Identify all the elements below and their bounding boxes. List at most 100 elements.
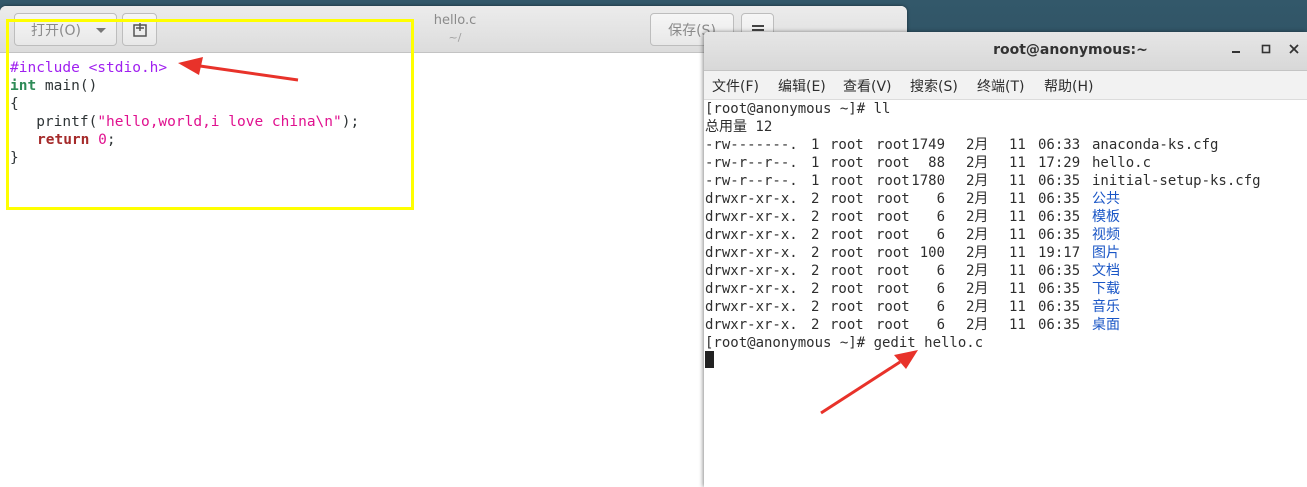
listing-size: 6 (936, 227, 945, 243)
listing-group: root (876, 281, 910, 297)
listing-user: root (830, 191, 864, 207)
listing-row: -rw-r--r--. 1 root root 1780 2月 11 06:35 initial… (704, 172, 1307, 190)
listing-name: initial-setup-ks.cfg (1092, 173, 1261, 189)
listing-size: 6 (936, 281, 945, 297)
listing-group: root (876, 191, 910, 207)
maximize-button[interactable] (1257, 42, 1275, 60)
listing-row: -rw-------. 1 root root 1749 2月 11 06:33 anacond… (704, 136, 1307, 154)
listing-links: 2 (811, 317, 820, 333)
listing-day: 11 (1009, 227, 1026, 243)
close-button[interactable] (1285, 42, 1303, 60)
listing-day: 11 (1009, 173, 1026, 189)
listing-name: 模板 (1092, 209, 1120, 225)
listing-user: root (830, 155, 864, 171)
listing-size: 6 (936, 299, 945, 315)
listing-row: drwxr-xr-x. 2 root root 6 2月 11 06:35 下载 (704, 280, 1307, 298)
listing-perm: drwxr-xr-x. (705, 209, 798, 225)
listing-user: root (830, 227, 864, 243)
listing-day: 11 (1009, 281, 1026, 297)
prompt-ll: [root@anonymous ~]# ll (705, 101, 891, 117)
listing-day: 11 (1009, 299, 1026, 315)
listing-time: 06:35 (1038, 173, 1081, 189)
listing-name: hello.c (1092, 155, 1152, 171)
listing-links: 2 (811, 191, 820, 207)
listing-month: 2月 (966, 245, 989, 261)
listing-user: root (830, 263, 864, 279)
listing-row: drwxr-xr-x. 2 root root 6 2月 11 06:35 文档 (704, 262, 1307, 280)
menu-search[interactable]: 搜索(S) (910, 76, 958, 96)
listing-month: 2月 (966, 173, 989, 189)
listing-perm: drwxr-xr-x. (705, 317, 798, 333)
terminal-titlebar: root@anonymous:~ (704, 32, 1307, 71)
listing-size: 100 (919, 245, 945, 261)
listing-group: root (876, 209, 910, 225)
listing-month: 2月 (966, 191, 989, 207)
listing-user: root (830, 173, 864, 189)
highlight-box (6, 19, 414, 210)
terminal-title: root@anonymous:~ (993, 42, 1148, 58)
listing-user: root (830, 209, 864, 225)
listing-day: 11 (1009, 245, 1026, 261)
prompt-gedit: [root@anonymous ~]# gedit hello.c (705, 335, 984, 351)
listing-links: 2 (811, 227, 820, 243)
menu-help[interactable]: 帮助(H) (1044, 76, 1093, 96)
listing-day: 11 (1009, 191, 1026, 207)
listing-user: root (830, 299, 864, 315)
listing-row: drwxr-xr-x. 2 root root 6 2月 11 06:35 公共 (704, 190, 1307, 208)
listing-group: root (876, 245, 910, 261)
listing-links: 2 (811, 245, 820, 261)
listing-time: 06:35 (1038, 317, 1081, 333)
listing-month: 2月 (966, 227, 989, 243)
listing-perm: drwxr-xr-x. (705, 227, 798, 243)
listing-perm: -rw-r--r--. (705, 173, 798, 189)
listing-row: -rw-r--r--. 1 root root 88 2月 11 17:29 hello.c (704, 154, 1307, 172)
listing-name: anaconda-ks.cfg (1092, 137, 1219, 153)
listing-perm: -rw-------. (705, 137, 798, 153)
listing-row: drwxr-xr-x. 2 root root 6 2月 11 06:35 视频 (704, 226, 1307, 244)
listing-name: 视频 (1092, 227, 1120, 243)
listing-name: 音乐 (1092, 299, 1120, 315)
listing-name: 公共 (1092, 191, 1120, 207)
listing-group: root (876, 317, 910, 333)
listing-size: 1749 (911, 137, 945, 153)
listing-user: root (830, 137, 864, 153)
listing-group: root (876, 227, 910, 243)
minimize-icon (1232, 51, 1240, 53)
listing-size: 88 (928, 155, 945, 171)
menu-file[interactable]: 文件(F) (712, 76, 759, 96)
listing-group: root (876, 173, 910, 189)
menu-view[interactable]: 查看(V) (843, 76, 892, 96)
listing-time: 19:17 (1038, 245, 1081, 261)
listing-perm: drwxr-xr-x. (705, 281, 798, 297)
listing-time: 06:35 (1038, 263, 1081, 279)
listing-group: root (876, 263, 910, 279)
listing-row: drwxr-xr-x. 2 root root 100 2月 11 19:17 图片 (704, 244, 1307, 262)
listing-name: 文档 (1092, 263, 1120, 279)
listing-day: 11 (1009, 155, 1026, 171)
terminal-output[interactable]: [root@anonymous ~]# ll 总用量 12 -rw-------… (704, 100, 1307, 487)
listing-day: 11 (1009, 317, 1026, 333)
listing-perm: drwxr-xr-x. (705, 263, 798, 279)
listing-links: 1 (811, 137, 820, 153)
menu-edit[interactable]: 编辑(E) (778, 76, 826, 96)
listing-day: 11 (1009, 263, 1026, 279)
listing-month: 2月 (966, 281, 989, 297)
listing-day: 11 (1009, 209, 1026, 225)
listing-group: root (876, 299, 910, 315)
listing-size: 6 (936, 317, 945, 333)
listing-user: root (830, 245, 864, 261)
listing-month: 2月 (966, 317, 989, 333)
listing-size: 6 (936, 263, 945, 279)
listing-perm: drwxr-xr-x. (705, 191, 798, 207)
listing-time: 06:35 (1038, 281, 1081, 297)
listing-name: 桌面 (1092, 317, 1120, 333)
listing-time: 06:35 (1038, 209, 1081, 225)
listing-links: 2 (811, 209, 820, 225)
listing-links: 1 (811, 155, 820, 171)
listing-month: 2月 (966, 209, 989, 225)
listing-perm: -rw-r--r--. (705, 155, 798, 171)
menu-terminal[interactable]: 终端(T) (977, 76, 1024, 96)
listing-time: 06:33 (1038, 137, 1081, 153)
minimize-button[interactable] (1227, 42, 1245, 60)
listing-size: 1780 (911, 173, 945, 189)
